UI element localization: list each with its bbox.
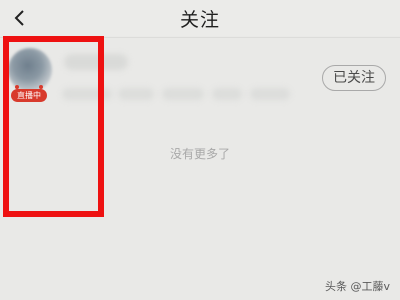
blurred-description — [212, 88, 242, 100]
page-title: 关注 — [179, 9, 220, 31]
followed-button[interactable]: 已关注 — [322, 65, 386, 91]
highlight-annotation-box — [3, 36, 104, 217]
blurred-description — [162, 88, 204, 100]
blurred-description — [250, 88, 290, 100]
watermark: 头条 @工藤v — [324, 280, 390, 293]
top-bar: 关注 — [0, 0, 400, 36]
blurred-description — [118, 88, 154, 100]
